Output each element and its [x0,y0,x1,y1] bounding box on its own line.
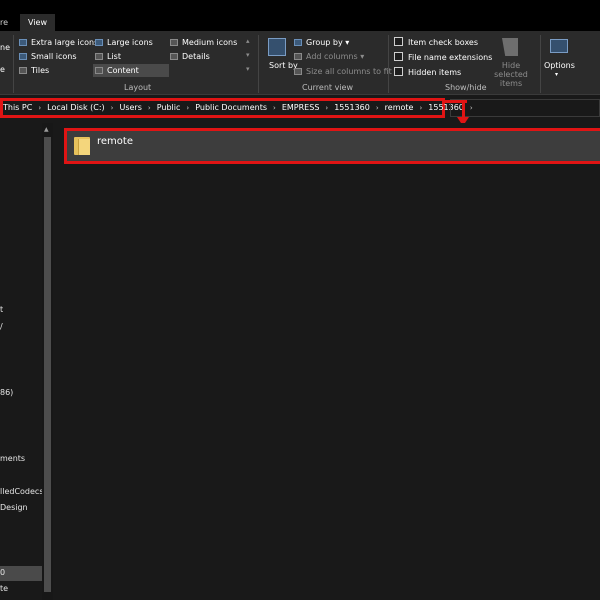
nav-selected-bg [0,566,42,581]
options-dropdown-icon[interactable]: ▾ [555,71,558,78]
size-columns-icon [294,68,302,75]
chevron-right-icon[interactable]: › [186,101,189,115]
address-bar[interactable]: This PC › Local Disk (C:) › Users › Public › Pub… [0,98,473,118]
layout-scroll-down-icon[interactable]: ▾ [246,51,250,59]
nav-item[interactable]: lledCodecs [0,487,44,496]
crumb-public-documents[interactable]: Public Documents [195,101,267,115]
nav-item[interactable]: ments [0,454,25,463]
extra-large-icons-icon [19,39,27,46]
item-name[interactable]: remote [97,136,133,147]
hidden-items[interactable]: Hidden items [394,67,461,77]
crumb-local-disk[interactable]: Local Disk (C:) [47,101,105,115]
nav-item[interactable]: / [0,322,3,331]
chevron-right-icon[interactable]: › [148,101,151,115]
ribbon-tabs: re View [0,14,600,31]
group-by-button[interactable]: Group by ▾ [294,38,349,47]
add-columns-button[interactable]: Add columns ▾ [294,52,364,61]
layout-list[interactable]: List [95,52,121,61]
chevron-right-icon[interactable]: › [38,101,41,115]
pane-label-partial-1[interactable]: ne [0,43,10,52]
options-button[interactable]: Options [544,61,575,70]
navigation-pane: t / 86) ments lledCodecs Design 0 te ▲ [0,123,54,600]
content-icon [95,67,103,74]
chevron-right-icon[interactable]: › [111,101,114,115]
layout-details[interactable]: Details [170,52,210,61]
sort-icon [268,38,286,56]
nav-item[interactable]: Design [0,503,28,512]
nav-item[interactable]: t [0,305,3,314]
chevron-right-icon[interactable]: › [325,101,328,115]
layout-content[interactable]: Content [95,66,139,75]
chevron-right-icon[interactable]: › [419,101,422,115]
large-icons-icon [95,39,103,46]
ribbon-divider [540,35,541,93]
tab-view[interactable]: View [20,14,55,31]
pane-label-partial-2[interactable]: e [0,65,5,74]
file-name-extensions[interactable]: File name extensions [394,52,492,62]
layout-group-label: Layout [124,83,152,92]
annotation-arrow-shaft [462,100,465,118]
crumb-users[interactable]: Users [119,101,141,115]
address-bar-extension[interactable] [450,99,600,117]
tiles-icon [19,67,27,74]
layout-tiles[interactable]: Tiles [19,66,49,75]
ribbon: ne e Extra large icons Large icons Mediu… [0,31,600,95]
current-view-group-label: Current view [302,83,354,92]
layout-small-icons[interactable]: Small icons [19,52,77,61]
crumb-this-pc[interactable]: This PC [3,101,32,115]
layout-expand-icon[interactable]: ▾ [246,65,250,73]
group-by-icon [294,39,302,46]
ribbon-divider [13,35,14,93]
checkbox[interactable] [394,37,403,46]
checkbox[interactable] [394,52,403,61]
options-icon [550,39,568,53]
folder-icon [74,137,90,155]
tab-partial[interactable]: re [0,14,8,31]
hide-selected-items-button[interactable]: Hide selected items [487,61,535,88]
item-check-boxes[interactable]: Item check boxes [394,37,478,47]
show-hide-group-label: Show/hide [445,83,487,92]
nav-item-selected[interactable]: 0 [0,568,5,577]
nav-item[interactable]: te [0,584,8,593]
medium-icons-icon [170,39,178,46]
hide-selected-icon [502,38,518,56]
layout-extra-large-icons[interactable]: Extra large icons [19,38,98,47]
nav-scrollbar-thumb[interactable] [44,137,51,592]
breadcrumb: This PC › Local Disk (C:) › Users › Public › Pub… [3,101,479,115]
list-item[interactable]: remote [64,128,600,164]
crumb-remote[interactable]: remote [385,101,414,115]
crumb-empress[interactable]: EMPRESS [282,101,320,115]
size-all-columns-button[interactable]: Size all columns to fit [294,67,392,76]
nav-item[interactable]: 86) [0,388,13,397]
ribbon-divider [388,35,389,93]
crumb-public[interactable]: Public [157,101,181,115]
crumb-1551360[interactable]: 1551360 [334,101,370,115]
details-icon [170,53,178,60]
chevron-right-icon[interactable]: › [273,101,276,115]
title-bar [0,0,600,14]
address-bar-area: This PC › Local Disk (C:) › Users › Public › Pub… [0,95,600,121]
scroll-up-icon[interactable]: ▲ [44,126,49,133]
checkbox[interactable] [394,67,403,76]
file-list: remote [54,123,600,600]
ribbon-divider [258,35,259,93]
chevron-right-icon[interactable]: › [376,101,379,115]
list-icon [95,53,103,60]
add-columns-icon [294,53,302,60]
layout-large-icons[interactable]: Large icons [95,38,153,47]
small-icons-icon [19,53,27,60]
layout-medium-icons[interactable]: Medium icons [170,38,237,47]
layout-scroll-up-icon[interactable]: ▴ [246,37,250,45]
